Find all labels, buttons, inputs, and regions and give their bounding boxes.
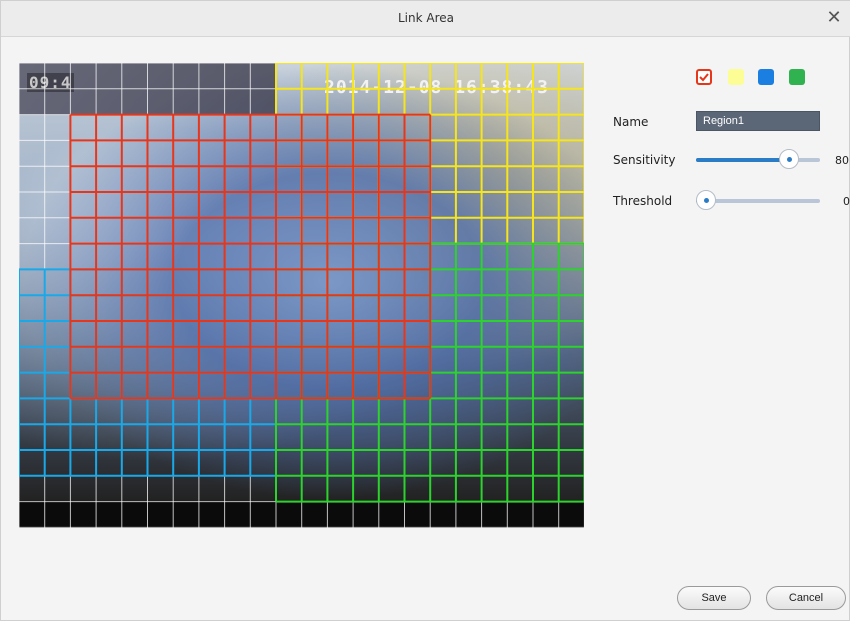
region-blue-swatch[interactable] [758, 69, 774, 85]
check-icon [699, 73, 709, 82]
threshold-value: 0 [843, 195, 850, 208]
link-area-dialog: Link Area ✕ 09:4 2014-12-08 16:38:43 Nam… [0, 0, 850, 621]
cancel-button[interactable]: Cancel [766, 586, 846, 610]
motion-grid[interactable] [19, 63, 584, 528]
dialog-title: Link Area [397, 11, 454, 25]
region-red-swatch[interactable] [696, 69, 712, 85]
save-button[interactable]: Save [677, 586, 751, 610]
region-yellow-swatch[interactable] [728, 69, 744, 85]
video-preview[interactable]: 09:4 2014-12-08 16:38:43 [19, 63, 584, 528]
region-red-grid [69, 113, 432, 400]
region-green-swatch[interactable] [789, 69, 805, 85]
threshold-slider[interactable] [696, 190, 820, 210]
name-label: Name [613, 115, 649, 129]
title-bar: Link Area ✕ [1, 1, 850, 37]
sensitivity-slider[interactable] [696, 149, 820, 169]
region-name-field[interactable]: Region1 [696, 111, 820, 131]
sensitivity-value: 80 [835, 154, 849, 167]
sensitivity-thumb[interactable] [779, 149, 799, 169]
close-icon[interactable]: ✕ [823, 7, 845, 29]
sensitivity-fill [696, 158, 789, 162]
threshold-label: Threshold [613, 194, 673, 208]
threshold-thumb[interactable] [696, 190, 716, 210]
sensitivity-label: Sensitivity [613, 153, 676, 167]
